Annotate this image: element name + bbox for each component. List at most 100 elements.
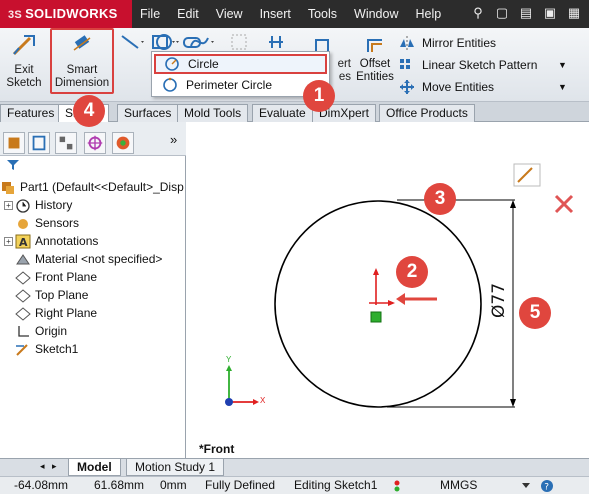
origin-icon: [18, 325, 29, 337]
new-document-icon[interactable]: ▢: [493, 3, 511, 23]
chevron-down-icon[interactable]: ▼: [558, 60, 567, 70]
smart-dimension-button[interactable]: Smart Dimension: [50, 28, 114, 94]
rebuild-status-icon[interactable]: [392, 480, 402, 497]
tab-surfaces[interactable]: Surfaces: [117, 104, 179, 122]
menu-tools[interactable]: Tools: [308, 0, 337, 28]
trim-entities-icon[interactable]: [266, 32, 294, 52]
dimxpert-manager-tab-icon[interactable]: [84, 132, 106, 154]
menu-edit[interactable]: Edit: [177, 0, 199, 28]
tab-features[interactable]: Features: [0, 104, 62, 122]
spline-icon[interactable]: [188, 32, 216, 52]
bottom-tabs: ◂ ▸ Model Motion Study 1: [0, 458, 589, 476]
expand-icon[interactable]: +: [4, 200, 13, 210]
tab-evaluate[interactable]: Evaluate: [252, 104, 313, 122]
help-icon[interactable]: ?: [540, 479, 554, 498]
pin-icon[interactable]: ⚲: [469, 3, 487, 23]
menu-file[interactable]: File: [140, 0, 160, 28]
tab-mold-tools[interactable]: Mold Tools: [177, 104, 249, 122]
menu-window[interactable]: Window: [354, 0, 398, 28]
tree-item-sketch1[interactable]: Sketch1: [0, 340, 186, 358]
marker-1: 1: [303, 80, 335, 112]
tree-item-label: Material <not specified>: [35, 252, 163, 266]
marker-5: 5: [519, 297, 551, 329]
property-manager-tab-icon[interactable]: [28, 132, 50, 154]
menu-insert[interactable]: Insert: [260, 0, 291, 28]
dropdown-item-perimeter-circle[interactable]: Perimeter Circle: [154, 75, 327, 95]
mirror-entities-button[interactable]: Mirror Entities: [398, 32, 537, 54]
tree-item-label: Sensors: [35, 216, 80, 230]
smart-dimension-icon: [73, 35, 91, 51]
dimension-arrow-top: [510, 200, 516, 208]
plane-icon: [15, 288, 31, 303]
save-icon[interactable]: ▣: [541, 3, 559, 23]
open-icon[interactable]: ▤: [517, 3, 535, 23]
dropdown-item-circle[interactable]: Circle: [154, 54, 327, 74]
sketch-origin-icon[interactable]: [369, 268, 395, 323]
tree-item-history[interactable]: + History: [0, 196, 186, 214]
scroll-right-icon[interactable]: ▸: [52, 461, 57, 472]
chevron-down-icon[interactable]: ▼: [558, 82, 567, 92]
feature-manager-tab-icon[interactable]: [3, 132, 25, 154]
tab-office-products[interactable]: Office Products: [379, 104, 475, 122]
annotations-icon: A: [15, 234, 31, 249]
sketch-circle[interactable]: [274, 200, 482, 408]
tree-item-sensors[interactable]: Sensors: [0, 214, 186, 232]
tree-item-front-plane[interactable]: Front Plane: [0, 268, 186, 286]
status-units[interactable]: MMGS: [440, 477, 477, 494]
circle-tool-icon[interactable]: [153, 32, 181, 52]
configuration-manager-tab-icon[interactable]: [55, 132, 77, 154]
line-icon[interactable]: [118, 32, 146, 52]
construction-geometry-icon[interactable]: [228, 32, 256, 52]
tree-item-origin[interactable]: Origin: [0, 322, 186, 340]
tab-motion-study-1[interactable]: Motion Study 1: [126, 459, 225, 476]
tab-model[interactable]: Model: [68, 459, 121, 476]
pattern-tools: Mirror Entities Linear Sketch Pattern ▼ …: [398, 32, 567, 98]
tree-item-label: Origin: [35, 324, 68, 338]
filter-icon[interactable]: [6, 158, 20, 175]
menu-help[interactable]: Help: [416, 0, 442, 28]
print-icon[interactable]: ▦: [565, 3, 583, 23]
circle-icon: [165, 57, 179, 71]
triad-x-label: X: [260, 396, 266, 405]
smart-dimension-label: Smart Dimension: [54, 64, 110, 89]
dimension-value[interactable]: Ø77: [489, 283, 509, 318]
offset-entities-button[interactable]: Offset Entities: [354, 36, 396, 84]
units-dropdown-icon[interactable]: [520, 479, 532, 496]
linear-sketch-pattern-button[interactable]: Linear Sketch Pattern ▼: [398, 54, 567, 76]
svg-text:?: ?: [544, 483, 549, 493]
linear-sketch-pattern-label: Linear Sketch Pattern: [422, 58, 538, 72]
status-bar: -64.08mm 61.68mm 0mm Fully Defined Editi…: [0, 476, 589, 494]
menu-view[interactable]: View: [216, 0, 243, 28]
tree-item-label: Top Plane: [35, 288, 89, 302]
svg-text:A: A: [19, 236, 28, 249]
marker-3: 3: [424, 183, 456, 215]
status-editing: Editing Sketch1: [294, 478, 378, 492]
tree-root-label: Part1 (Default<<Default>_Disp: [20, 180, 184, 194]
move-entities-button[interactable]: Move Entities ▼: [398, 76, 567, 98]
solidworks-logo[interactable]: 3S SOLIDWORKS: [0, 0, 132, 28]
view-orientation-label: *Front: [199, 442, 235, 456]
scroll-left-icon[interactable]: ◂: [40, 461, 45, 472]
panel-expand-icon[interactable]: »: [170, 132, 177, 147]
title-bar: 3S SOLIDWORKS File Edit View Insert Tools…: [0, 0, 589, 28]
tree-item-label: Right Plane: [35, 306, 98, 320]
tree-item-material[interactable]: Material <not specified>: [0, 250, 186, 268]
graphics-area[interactable]: Ø77 Y X *Front: [187, 122, 589, 458]
tree-item-annotations[interactable]: + A Annotations: [0, 232, 186, 250]
status-sketch-state: Fully Defined: [205, 478, 276, 492]
dropdown-item-perimeter-circle-label: Perimeter Circle: [186, 78, 273, 92]
tree-item-top-plane[interactable]: Top Plane: [0, 286, 186, 304]
material-icon: [16, 253, 30, 264]
marker-2: 2: [396, 256, 428, 288]
tree-root[interactable]: Part1 (Default<<Default>_Disp: [0, 178, 186, 196]
exit-sketch-button[interactable]: Exit Sketch: [2, 30, 46, 96]
expand-icon[interactable]: +: [4, 236, 13, 246]
perimeter-circle-icon: [163, 77, 177, 92]
display-manager-tab-icon[interactable]: [112, 132, 134, 154]
sketch-canvas: [225, 199, 516, 408]
mirror-entities-icon: [400, 36, 414, 50]
move-entities-label: Move Entities: [422, 80, 495, 94]
dropdown-item-circle-label: Circle: [188, 57, 219, 71]
plane-icon: [15, 306, 31, 321]
tree-item-right-plane[interactable]: Right Plane: [0, 304, 186, 322]
